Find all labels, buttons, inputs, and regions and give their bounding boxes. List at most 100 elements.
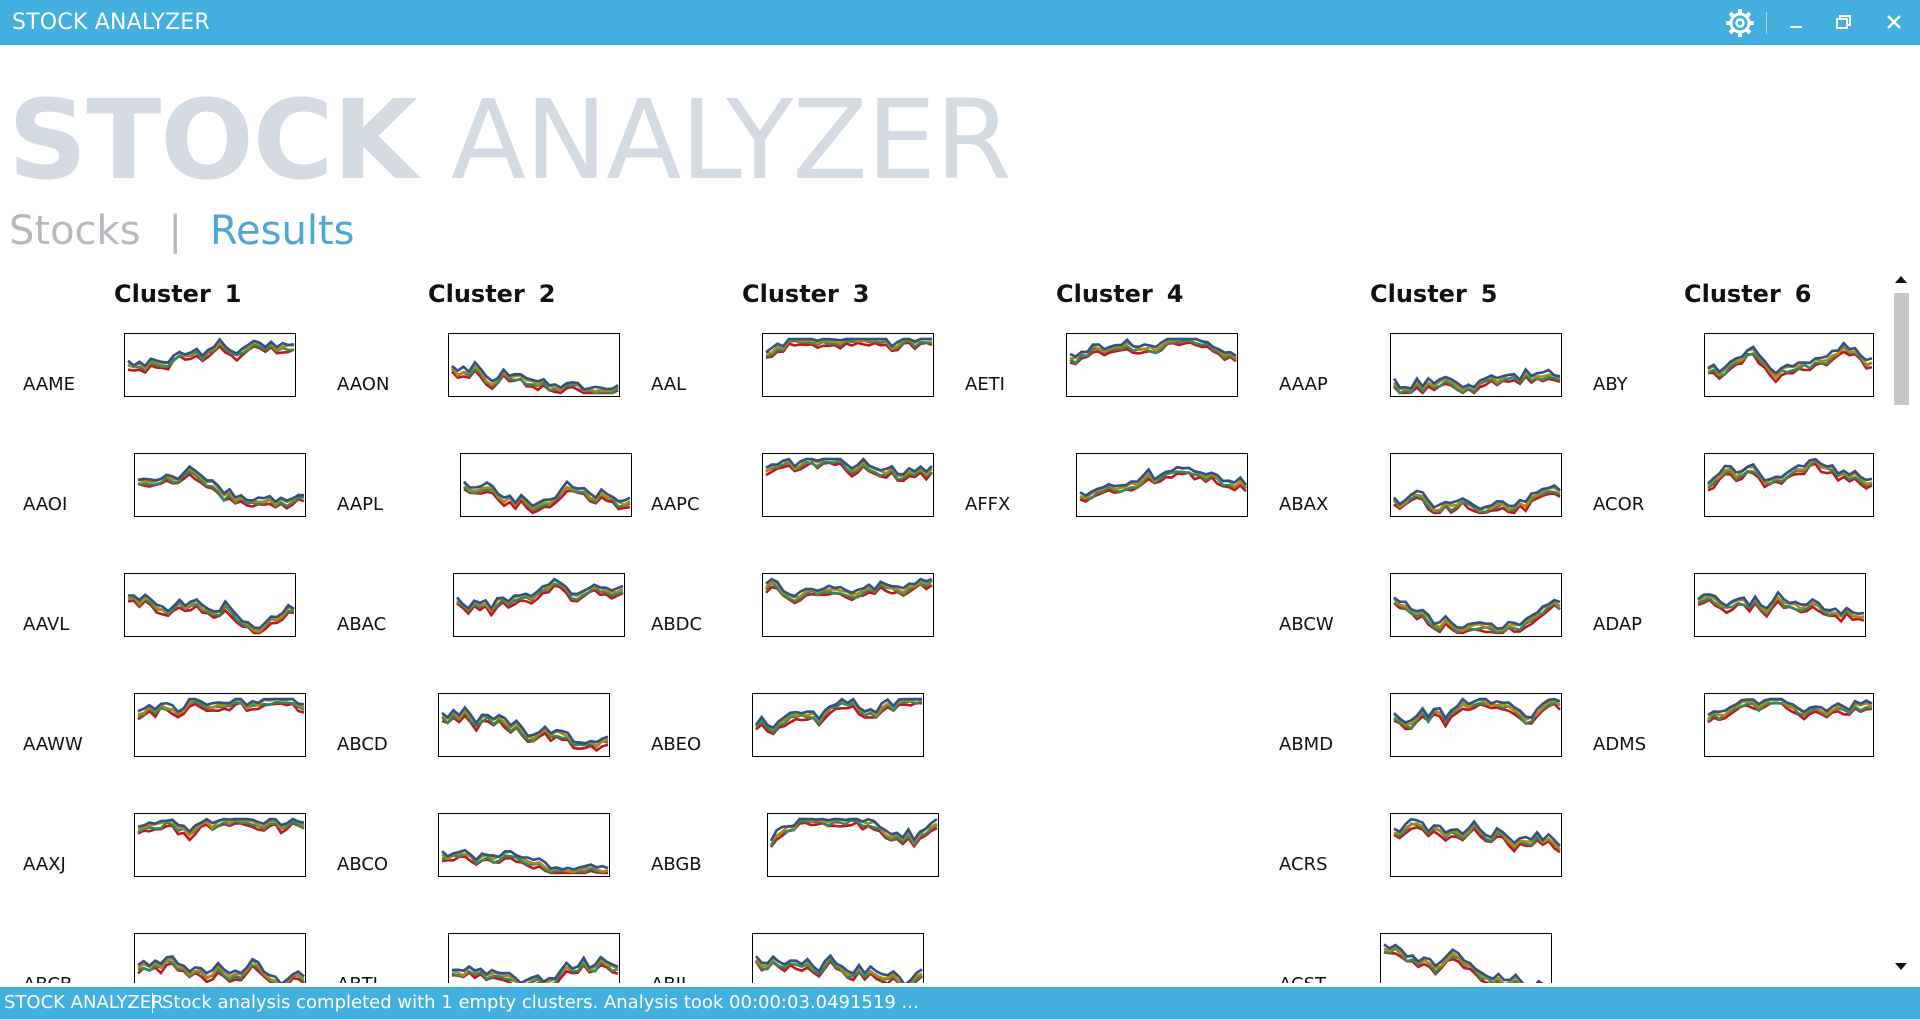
- stock-label: ABMD: [1279, 734, 1334, 755]
- status-app-name: STOCK ANALYZER: [4, 992, 164, 1013]
- scroll-up-icon[interactable]: [1893, 272, 1909, 286]
- nav-results-link[interactable]: Results: [210, 208, 354, 254]
- stock-label: ABIL: [651, 974, 691, 983]
- stock-sparkline[interactable]: [1066, 333, 1238, 397]
- restore-icon[interactable]: [1826, 0, 1862, 45]
- cluster-header-3: Cluster 3: [742, 280, 870, 308]
- stock-label: AAVL: [23, 614, 70, 635]
- cluster-header-label: Cluster: [742, 280, 839, 308]
- stock-label: AAON: [337, 374, 390, 395]
- stock-label: AAPC: [651, 494, 700, 515]
- stock-label: AAPL: [337, 494, 384, 515]
- cluster-header-label: Cluster: [1684, 280, 1781, 308]
- sparkline-series: [441, 709, 609, 749]
- stock-sparkline[interactable]: [1390, 813, 1562, 877]
- cluster-header-number: 5: [1480, 280, 1498, 308]
- stock-sparkline[interactable]: [438, 693, 610, 757]
- stock-label: ABEO: [651, 734, 702, 755]
- stock-label: AAOI: [23, 494, 68, 515]
- status-bar: STOCK ANALYZER Stock analysis completed …: [0, 987, 1920, 1019]
- stock-sparkline[interactable]: [1704, 693, 1874, 757]
- stock-label: AAAP: [1279, 374, 1328, 395]
- stock-sparkline[interactable]: [134, 693, 306, 757]
- stock-sparkline[interactable]: [1076, 453, 1248, 517]
- nav-stocks-link[interactable]: Stocks: [9, 208, 141, 254]
- sparkline-series: [441, 849, 609, 874]
- stock-label: AAME: [23, 374, 76, 395]
- sparkline-series: [765, 338, 933, 358]
- stock-sparkline[interactable]: [453, 573, 625, 637]
- stock-sparkline[interactable]: [767, 813, 939, 877]
- stock-label: ADMS: [1593, 734, 1647, 755]
- stock-label: ABCW: [1279, 614, 1334, 635]
- stock-label: ABCO: [337, 854, 389, 875]
- stock-sparkline[interactable]: [1390, 333, 1562, 397]
- sparkline-series: [1383, 944, 1540, 983]
- cluster-header-label: Cluster: [1370, 280, 1467, 308]
- stock-label: ACOR: [1593, 494, 1645, 515]
- stock-sparkline[interactable]: [1390, 693, 1562, 757]
- sparkline-series: [769, 817, 938, 843]
- cluster-header-4: Cluster 4: [1056, 280, 1184, 308]
- cluster-header-5: Cluster 5: [1370, 280, 1498, 308]
- stock-sparkline[interactable]: [1390, 453, 1562, 517]
- stock-sparkline[interactable]: [752, 933, 924, 983]
- stock-sparkline[interactable]: [1380, 933, 1552, 983]
- stock-label: AAL: [651, 374, 687, 395]
- stock-sparkline[interactable]: [134, 933, 306, 983]
- stock-label: ABAX: [1279, 494, 1329, 515]
- stock-sparkline[interactable]: [460, 453, 632, 517]
- stock-label: ABAC: [337, 614, 387, 635]
- stock-sparkline[interactable]: [134, 813, 306, 877]
- cluster-header-number: 4: [1166, 280, 1184, 308]
- cluster-header-label: Cluster: [114, 280, 211, 308]
- cluster-header-2: Cluster 2: [428, 280, 556, 308]
- stock-sparkline[interactable]: [1390, 573, 1562, 637]
- heading-light-word: ANALYZER: [450, 76, 1012, 204]
- sparkline-series: [754, 697, 922, 730]
- stock-label: ADAP: [1593, 614, 1643, 635]
- stock-label: AAWW: [23, 734, 83, 755]
- stock-sparkline[interactable]: [124, 573, 296, 637]
- stock-sparkline[interactable]: [762, 333, 934, 397]
- cluster-header-label: Cluster: [1056, 280, 1153, 308]
- stock-sparkline[interactable]: [134, 453, 306, 517]
- stock-label: ABGB: [651, 854, 702, 875]
- stock-sparkline[interactable]: [1694, 573, 1866, 637]
- stock-sparkline[interactable]: [762, 453, 934, 517]
- status-divider: [152, 993, 153, 1013]
- scroll-down-icon[interactable]: [1893, 960, 1909, 974]
- window-title: STOCK ANALYZER: [12, 10, 210, 35]
- stock-label: ABCB: [23, 974, 72, 983]
- stock-sparkline[interactable]: [752, 693, 924, 757]
- stock-sparkline[interactable]: [1704, 453, 1874, 517]
- stock-label: AFFX: [965, 494, 1011, 515]
- stock-label: ABY: [1593, 374, 1628, 395]
- stock-label: AETI: [965, 374, 1005, 395]
- cluster-header-number: 6: [1794, 280, 1812, 308]
- nav-separator: |: [168, 208, 183, 254]
- cluster-header-6: Cluster 6: [1684, 280, 1812, 308]
- minimize-icon[interactable]: [1778, 0, 1814, 45]
- cluster-header-number: 2: [538, 280, 556, 308]
- stock-label: ACRS: [1279, 854, 1328, 875]
- stock-sparkline[interactable]: [762, 573, 934, 637]
- sparkline-series: [765, 341, 933, 359]
- stock-label: AAXJ: [23, 854, 66, 875]
- close-icon[interactable]: [1876, 0, 1912, 45]
- cluster-header-number: 3: [852, 280, 870, 308]
- scrollbar-thumb[interactable]: [1894, 293, 1909, 405]
- cluster-header-number: 1: [224, 280, 242, 308]
- stock-sparkline[interactable]: [448, 333, 620, 397]
- heading-bold-word: STOCK: [8, 76, 418, 204]
- stock-sparkline[interactable]: [1704, 333, 1874, 397]
- stock-label: ABDC: [651, 614, 703, 635]
- stock-label: ACST: [1279, 974, 1326, 983]
- stock-sparkline[interactable]: [124, 333, 296, 397]
- results-panel[interactable]: Cluster 1 AAME AAOI AAVL AAWW AAXJ ABCB Cluster 2…: [0, 268, 1890, 983]
- title-bar: STOCK ANALYZER: [0, 0, 1920, 45]
- stock-sparkline[interactable]: [448, 933, 620, 983]
- cluster-header-label: Cluster: [428, 280, 525, 308]
- gear-icon[interactable]: [1722, 0, 1758, 45]
- stock-sparkline[interactable]: [438, 813, 610, 877]
